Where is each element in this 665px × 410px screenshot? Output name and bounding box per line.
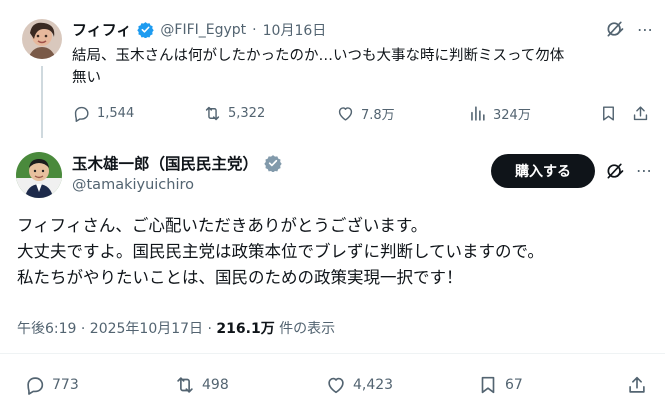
grok-icon[interactable]	[605, 19, 625, 43]
avatar-fifi-image	[22, 19, 62, 59]
repost-button[interactable]: 5,322	[203, 104, 265, 123]
share-icon	[633, 106, 648, 121]
bookmark-button[interactable]	[599, 104, 618, 123]
bookmark-button[interactable]: 67	[477, 374, 523, 396]
tweet-body-tamaki: フィフィさん、ご心配いただきありがとうございます。 大丈夫ですよ。国民民主党は政…	[17, 213, 657, 291]
like-button[interactable]: 4,423	[325, 374, 393, 396]
verified-badge-icon	[137, 21, 155, 38]
grok-icon[interactable]	[605, 161, 625, 185]
tweet-timestamp[interactable]: 午後6:19 · 2025年10月17日 ·	[17, 321, 216, 337]
author-name-tamaki[interactable]: 玉木雄一郎（国民民主党）	[72, 152, 258, 174]
tweet-views-count: 216.1万	[216, 321, 275, 337]
like-icon	[328, 377, 344, 394]
tweet-text-fifi: 結局、玉木さんは何がしたかったのか…いつも大事な時に判断ミスって勿体 無い	[72, 45, 652, 89]
avatar-fifi[interactable]	[22, 19, 62, 59]
avatar-tamaki-image	[16, 152, 62, 198]
divider	[0, 353, 665, 354]
tweet-body-line: 大丈夫ですよ。国民民主党は政策本位でブレずに判断していますので。	[17, 242, 544, 261]
reply-button[interactable]: 773	[24, 374, 79, 396]
tweet-body-line: 私たちがやりたいことは、国民のための政策実現一択です！	[17, 268, 463, 287]
avatar-tamaki[interactable]	[16, 152, 62, 198]
bookmark-icon	[481, 376, 495, 394]
author-handle-tamaki[interactable]: @tamakiyuichiro	[72, 177, 194, 193]
repost-icon	[205, 106, 220, 121]
bookmark-icon	[603, 106, 614, 121]
tweet-date[interactable]: 10月16日	[263, 20, 327, 40]
bookmark-count: 67	[505, 377, 523, 393]
like-button[interactable]: 7.8万	[336, 104, 395, 123]
more-options-icon[interactable]: ⋯	[636, 161, 653, 180]
author-name-fifi[interactable]: フィフィ	[72, 19, 131, 40]
views-count: 324万	[493, 108, 531, 123]
tweet-meta: 午後6:19 · 2025年10月17日 · 216.1万 件の表示	[17, 318, 335, 338]
reply-button[interactable]: 1,544	[72, 104, 134, 123]
separator-dot: ·	[252, 21, 257, 38]
more-options-icon[interactable]: ⋯	[637, 20, 654, 39]
author-handle-fifi[interactable]: @FIFI_Egypt	[160, 22, 246, 38]
buy-button[interactable]: 購入する	[491, 154, 595, 188]
views-button[interactable]: 324万	[468, 104, 531, 123]
views-icon	[471, 106, 485, 121]
like-count: 4,423	[353, 377, 394, 393]
share-button[interactable]	[631, 104, 650, 123]
tweet-text-line: 無い	[72, 70, 101, 86]
reply-icon	[74, 106, 89, 122]
reply-count: 1,544	[97, 106, 135, 121]
reply-icon	[27, 377, 44, 395]
tweet-views-label: 件の表示	[274, 321, 336, 337]
repost-icon	[177, 377, 193, 393]
tweet-text-line: 結局、玉木さんは何がしたかったのか…いつも大事な時に判断ミスって勿体	[72, 48, 565, 64]
repost-button[interactable]: 498	[174, 374, 229, 396]
repost-count: 498	[202, 377, 229, 393]
thread-connector	[41, 66, 43, 138]
like-icon	[338, 107, 353, 121]
repost-count: 5,322	[228, 106, 266, 121]
like-count: 7.8万	[361, 108, 395, 123]
tweet-body-line: フィフィさん、ご心配いただきありがとうございます。	[17, 216, 428, 235]
reply-count: 773	[52, 377, 79, 393]
share-icon	[629, 376, 645, 393]
verified-badge-icon	[264, 154, 282, 172]
share-button[interactable]	[626, 374, 648, 396]
